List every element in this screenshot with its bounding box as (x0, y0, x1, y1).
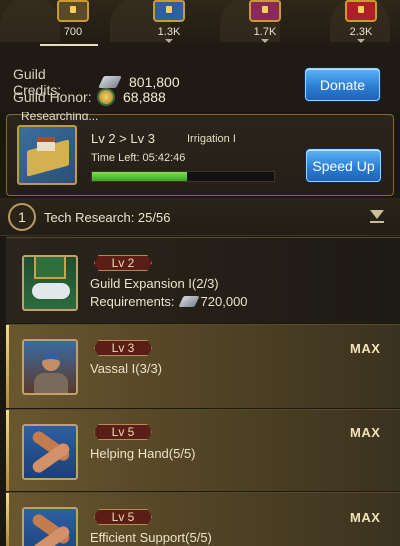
tech-item-efficient-support[interactable]: Lv 5 Efficient Support(5/5) MAX (6, 492, 400, 546)
chest-count: 2.3K (349, 26, 373, 38)
research-time-left: Time Left: 05:42:46 (91, 152, 186, 164)
tech-level-badge: Lv 2 (94, 255, 152, 271)
max-label: MAX (350, 425, 381, 440)
guild-honor-value: 68,888 (123, 89, 166, 105)
chest-reward-4[interactable]: 2.3K (336, 0, 386, 43)
max-label: MAX (350, 510, 381, 525)
chest-reward-1[interactable]: 700 (48, 0, 98, 38)
tech-level-badge: Lv 5 (94, 509, 152, 525)
chest-count: 700 (63, 26, 83, 38)
research-progress-bar (91, 171, 275, 182)
tech-level-badge: Lv 3 (94, 340, 152, 356)
requirements-label: Requirements: (90, 294, 175, 309)
researching-panel: Researching... Lv 2 > Lv 3 Irrigation I … (6, 112, 394, 196)
treasure-chest-icon (249, 0, 281, 22)
irrigation-icon (17, 125, 77, 185)
tech-name: Helping Hand(5/5) (90, 446, 196, 461)
max-label: MAX (350, 341, 381, 356)
donate-button[interactable]: Donate (305, 68, 380, 101)
chest-pointer-icon (165, 39, 173, 43)
tech-research-header[interactable]: 1 Tech Research: 25/56 (0, 198, 400, 236)
chest-strip: 700 1.3K 1.7K 2.3K (0, 0, 400, 50)
tech-name: Vassal I(3/3) (90, 361, 163, 376)
clasped-arms-icon (22, 507, 78, 546)
chest-count: 1.7K (253, 26, 277, 38)
tech-name: Efficient Support(5/5) (90, 530, 212, 545)
collapse-arrow-icon[interactable] (370, 210, 384, 224)
research-progress-fill (92, 172, 187, 181)
guild-info-panel: Guild Credits: 801,800 Guild Honor: 68,8… (0, 50, 400, 112)
tech-item-helping-hand[interactable]: Lv 5 Helping Hand(5/5) MAX (6, 409, 400, 491)
chest-reward-2[interactable]: 1.3K (144, 0, 194, 43)
tech-item-vassal[interactable]: Lv 3 Vassal I(3/3) MAX (6, 324, 400, 408)
tech-name: Guild Expansion I(2/3) (90, 276, 219, 291)
research-name: Irrigation I (187, 133, 236, 145)
clasped-arms-icon (22, 424, 78, 480)
banner-shape (34, 257, 66, 279)
hut-shape (37, 137, 55, 151)
chest-selected-underline (40, 44, 98, 46)
researching-title: Researching... (21, 112, 99, 120)
silver-ingot-icon (98, 76, 122, 88)
tech-research-title: Tech Research: 25/56 (44, 210, 171, 225)
chest-count: 1.3K (157, 26, 181, 38)
vassal-soldier-icon (22, 339, 78, 395)
silver-ingot-icon (177, 296, 200, 307)
tech-tier-badge: 1 (8, 203, 36, 231)
head-shape (42, 353, 60, 371)
body-shape (34, 373, 68, 393)
treasure-chest-icon (345, 0, 377, 22)
tech-item-guild-expansion[interactable]: Lv 2 Guild Expansion I(2/3) Requirements… (6, 237, 400, 323)
honor-medal-icon (97, 88, 115, 106)
handshake-banner-icon (22, 255, 78, 311)
chest-reward-3[interactable]: 1.7K (240, 0, 290, 43)
speed-up-button[interactable]: Speed Up (306, 149, 381, 182)
chest-pointer-icon (357, 39, 365, 43)
handshake-shape (32, 283, 70, 299)
requirements-value: 720,000 (200, 294, 248, 309)
research-level: Lv 2 > Lv 3 (91, 131, 155, 146)
tech-requirements: Requirements: 720,000 (90, 294, 248, 309)
chest-pointer-icon (261, 39, 269, 43)
guild-honor-row: Guild Honor: 68,888 (13, 88, 166, 106)
treasure-chest-icon (57, 0, 89, 22)
guild-honor-label: Guild Honor: (13, 89, 92, 105)
treasure-chest-icon (153, 0, 185, 22)
tech-level-badge: Lv 5 (94, 424, 152, 440)
